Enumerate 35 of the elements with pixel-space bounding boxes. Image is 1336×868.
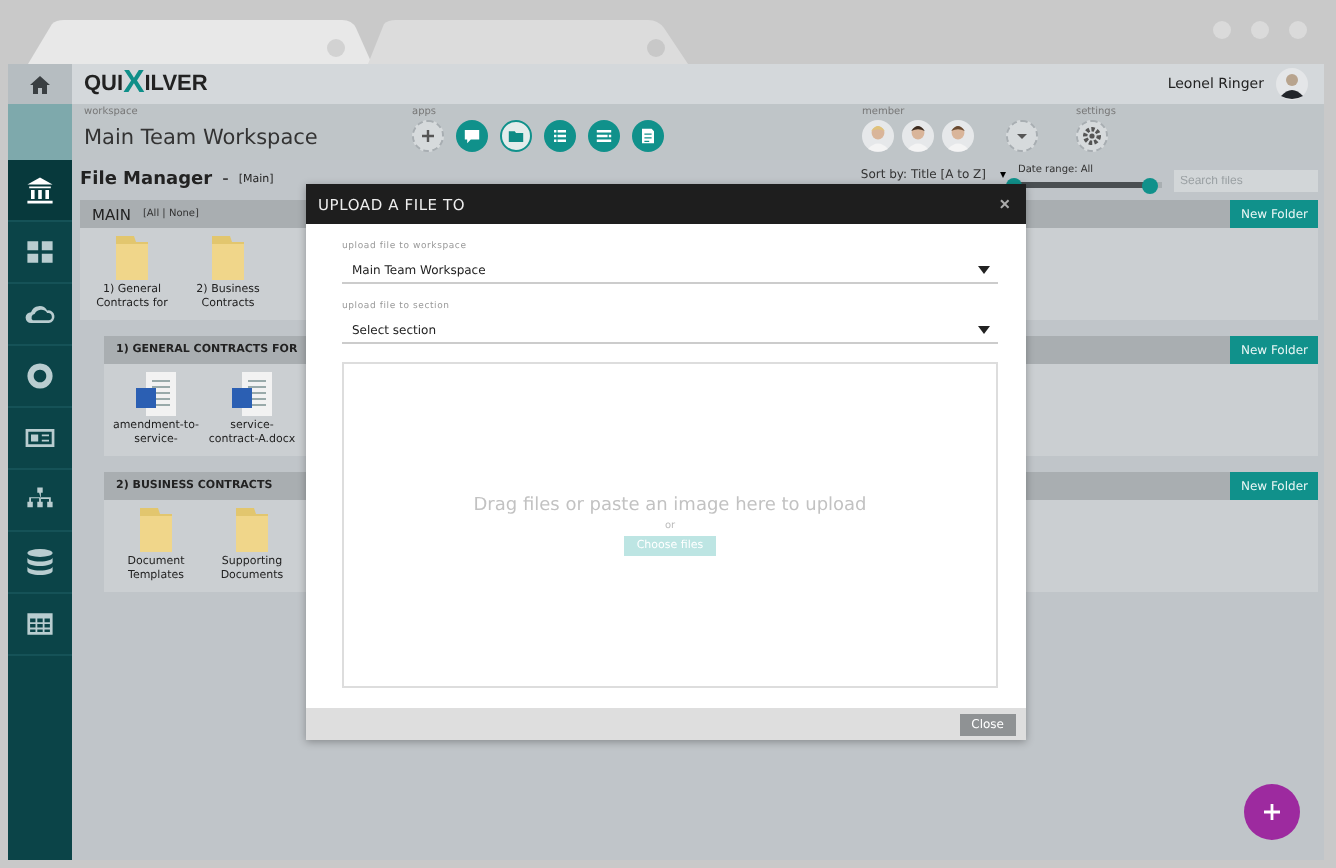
app-button[interactable] [500,120,532,152]
caret-icon [978,266,990,274]
note-icon [636,124,660,148]
add-button[interactable] [1244,784,1300,840]
plus-icon [416,124,440,148]
home-button[interactable] [8,64,72,104]
page-title: File Manager [80,170,213,190]
plus-icon [1264,804,1280,820]
settings-button[interactable] [1076,120,1108,152]
board-icon [592,124,616,148]
title-separator: - [222,170,229,190]
logo: QUIXILVER [84,66,208,102]
list-icon [548,124,572,148]
word-document-icon[interactable] [232,372,272,416]
slider-thumb[interactable] [1142,177,1159,193]
nav-item[interactable] [8,160,72,222]
lifebuoy-icon [22,358,58,394]
app-button[interactable] [588,120,620,152]
bank-icon [22,172,58,208]
word-document-icon[interactable] [136,372,176,416]
database-icon [22,544,58,580]
app-button[interactable] [456,120,488,152]
app-button[interactable] [632,120,664,152]
app-button[interactable] [544,120,576,152]
chat-icon [460,124,484,148]
settings-icon [1082,126,1102,146]
sidebar-header-panel [8,104,72,160]
caret-icon [1014,128,1030,144]
member-avatar-icon[interactable] [902,120,934,152]
app-button[interactable] [412,120,444,152]
home-icon[interactable] [30,75,50,93]
workspace-name[interactable]: Main Team Workspace [84,122,412,154]
drop-instructions: Drag files or paste an image here to upload [473,495,867,515]
member-avatar-icon[interactable] [942,120,974,152]
avatar-icon[interactable] [1276,68,1308,100]
